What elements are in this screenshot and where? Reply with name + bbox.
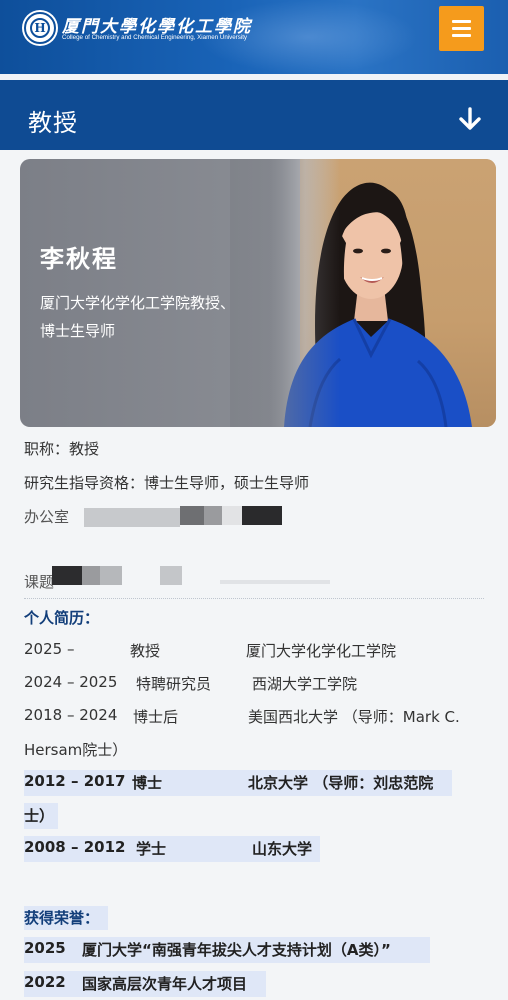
redaction-block xyxy=(242,506,282,525)
resume-heading: 个人简历： xyxy=(24,609,100,627)
redaction-block xyxy=(220,580,330,584)
title-line: 职称：教授 xyxy=(24,440,100,458)
honor-text: 国家高层次青年人才项目 xyxy=(82,975,248,993)
arrow-down-icon[interactable] xyxy=(456,106,484,134)
section-title: 教授 xyxy=(28,109,78,137)
card-fade xyxy=(230,159,340,427)
honor-year: 2025 xyxy=(24,939,66,957)
resume-place-continued: Hersam院士） xyxy=(24,741,128,759)
redaction-block xyxy=(180,506,204,525)
resume-role: 博士后 xyxy=(133,708,179,726)
seal-mark: H xyxy=(30,18,50,38)
site-header: H 厦門大學化學化工學院 College of Chemistry and Ch… xyxy=(0,0,508,74)
resume-place-continued: 士） xyxy=(24,807,55,825)
honor-text: 厦门大学“南强青年拔尖人才支持计划（A类）” xyxy=(82,941,391,959)
section-bar[interactable]: 教授 xyxy=(0,80,508,150)
resume-years: 2025 – xyxy=(24,640,75,658)
profile-card[interactable]: 李秋程 厦门大学化学化工学院教授、博士生导师 xyxy=(20,159,496,427)
honor-year: 2022 xyxy=(24,973,66,991)
honors-heading: 获得荣誉： xyxy=(24,909,100,927)
resume-place: 厦门大学化学化工学院 xyxy=(246,642,397,660)
redaction-block xyxy=(82,566,100,585)
resume-years: 2018 – 2024 xyxy=(24,706,118,724)
advisor-line: 研究生指导资格：博士生导师，硕士生导师 xyxy=(24,474,310,492)
hamburger-icon xyxy=(452,27,471,30)
resume-role: 学士 xyxy=(136,840,167,858)
resume-place: 山东大学 xyxy=(252,840,313,858)
professor-name: 李秋程 xyxy=(40,245,118,273)
resume-years: 2024 – 2025 xyxy=(24,673,118,691)
resume-place: 北京大学 （导师：刘忠范院 xyxy=(248,774,434,792)
university-seal-icon[interactable]: H xyxy=(24,12,56,44)
redaction-block xyxy=(100,566,122,585)
resume-place: 西湖大学工学院 xyxy=(252,675,358,693)
hamburger-icon xyxy=(452,34,471,37)
resume-role: 特聘研究员 xyxy=(136,675,212,693)
hamburger-icon xyxy=(452,20,471,23)
resume-role: 教授 xyxy=(130,642,161,660)
logo-english-name[interactable]: College of Chemistry and Chemical Engine… xyxy=(62,34,247,41)
redaction-block xyxy=(160,566,182,585)
office-line-fragment: 办公室 xyxy=(24,508,70,526)
section-divider xyxy=(24,598,484,599)
redaction-block xyxy=(84,508,180,527)
redaction-block xyxy=(204,506,222,525)
resume-place: 美国西北大学 （导师：Mark C. xyxy=(248,708,460,726)
resume-years: 2012 – 2017 xyxy=(24,772,126,790)
professor-description: 厦门大学化学化工学院教授、博士生导师 xyxy=(40,294,236,340)
resume-years: 2008 – 2012 xyxy=(24,838,126,856)
menu-button[interactable] xyxy=(439,6,484,51)
resume-role: 博士 xyxy=(132,774,163,792)
topic-line-fragment: 课题 xyxy=(24,573,55,591)
redaction-block xyxy=(52,566,82,585)
redaction-block xyxy=(222,506,242,525)
